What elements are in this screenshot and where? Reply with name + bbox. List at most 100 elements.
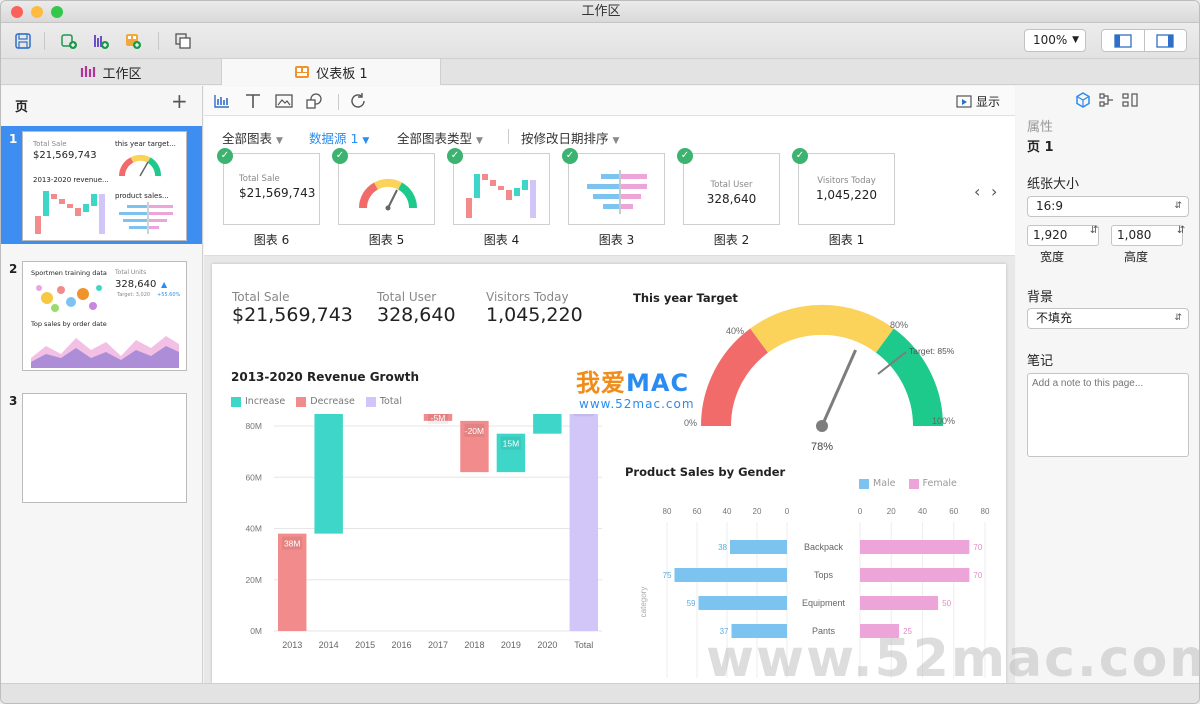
zoom-select[interactable]: 100% ▼ [1024,29,1086,52]
background-value: 不填充 [1036,311,1073,325]
y-axis-label: category [639,587,648,618]
chevron-down-icon: ▼ [276,136,283,146]
save-icon[interactable] [13,31,33,51]
gallery-card[interactable]: ✓ Total User 328,640 [677,148,780,225]
add-chart-icon[interactable] [91,31,111,51]
dashboard-canvas[interactable]: Total Sale $21,569,743 Total User 328,64… [212,264,1006,683]
x-tick-label: 2018 [464,640,484,650]
card-kpi-label: Total Sale [239,174,280,184]
selected-page-label: 页 1 [1027,140,1054,155]
female-bar [860,540,970,554]
filter-chart-types[interactable]: 全部图表类型 ▼ [397,128,483,147]
x-tick-label: 2019 [501,640,521,650]
gauge-title: This year Target [633,291,738,305]
legend-label: Decrease [310,396,355,407]
notes-textarea[interactable] [1027,373,1189,457]
background-select[interactable]: 不填充 ⇵ [1027,308,1189,329]
insert-text-icon[interactable] [244,93,262,109]
structure-icon[interactable] [1099,92,1115,108]
insert-image-icon[interactable] [275,93,293,109]
gallery-card[interactable]: ✓ [562,148,665,225]
filter-all-charts[interactable]: 全部图表 ▼ [222,128,283,147]
male-bar [730,540,787,554]
gallery-card[interactable]: ✓ Total Sale $21,569,743 [217,148,320,225]
background-label: 背景 [1027,290,1054,305]
data-label: -20M [465,426,484,436]
paper-size-select[interactable]: 16:9 ⇵ [1027,196,1189,217]
duplicate-icon[interactable] [173,31,193,51]
filter-label: 全部图表类型 [397,131,473,146]
document-tabs: 工作区 仪表板 1 [1,59,1199,85]
x-tick-label: 60 [949,507,958,516]
gauge-yellow-segment [750,304,894,353]
chevron-right-icon[interactable]: › [991,182,997,201]
inspector-panel: 属性 页 1 纸张大小 16:9 ⇵ 1,920 ⇵ 1,080 ⇵ 宽度 高度 … [1016,86,1199,683]
gallery-card[interactable]: ✓ [447,148,550,225]
toggle-right-panel-button[interactable] [1145,30,1187,51]
x-tick-label: 80 [663,507,672,516]
insert-toolbar: 显示 [204,86,1015,116]
width-stepper-icon[interactable]: ⇵ [1090,225,1098,236]
toggle-left-panel-button[interactable] [1102,30,1145,51]
filter-datasource[interactable]: 数据源 1 ▼ [309,128,369,147]
gauge-value: 78% [811,441,833,453]
card-waterfall [466,174,536,218]
page-thumbnail-1[interactable]: 1 Total Sale $21,569,743 this year targe… [1,126,202,244]
properties-cube-icon[interactable] [1075,92,1091,108]
filter-label: 全部图表 [222,131,273,146]
add-page-button[interactable]: + [171,89,188,113]
gauge-needle [820,349,857,427]
sort-select[interactable]: 按修改日期排序 ▼ [521,128,619,147]
insert-shape-icon[interactable] [305,92,323,110]
gauge-tick: 100% [932,416,955,426]
tab-workspace[interactable]: 工作区 [1,59,221,85]
gallery-card-label: 图表 4 [483,233,520,247]
width-value: 1,920 [1033,228,1068,242]
legend-swatch [231,396,241,407]
chevron-left-icon[interactable]: ‹ [974,182,980,201]
y-tick-label: 60M [245,472,262,482]
height-field[interactable]: 1,080 [1111,225,1183,246]
zoom-window-button[interactable] [51,6,63,18]
gallery-card[interactable]: ✓ Visitors Today 1,045,220 [792,148,895,225]
x-tick-label: 2017 [428,640,448,650]
gallery-card[interactable]: ✓ [332,148,435,225]
dashboard-icon [295,66,310,78]
refresh-icon[interactable] [349,92,367,110]
kpi-total-user: Total User 328,640 [377,290,456,326]
close-window-button[interactable] [11,6,23,18]
width-field[interactable]: 1,920 [1027,225,1099,246]
updown-icon: ⇵ [1174,201,1182,211]
add-dashboard-icon[interactable] [123,31,143,51]
thumb-gauge [119,154,161,177]
notes-label: 笔记 [1027,354,1054,369]
tab-dashboard[interactable]: 仪表板 1 [221,59,441,85]
legend-label: Increase [245,396,286,407]
watermark-brand: 我爱MAC [576,363,689,398]
thumb-waterfall [35,191,105,234]
category-label: Backpack [804,542,844,552]
female-bar [860,568,970,582]
legend-swatch [859,478,869,489]
check-icon: ✓ [217,148,233,164]
x-tick-label: 40 [918,507,927,516]
gauge-target-label: Target: 85% [909,346,955,356]
height-stepper-icon[interactable]: ⇵ [1177,225,1185,236]
page-thumbnail-3[interactable]: 3 [1,388,202,506]
add-datasource-icon[interactable] [59,31,79,51]
show-button[interactable]: 显示 [956,93,1000,110]
page-thumbnail-2[interactable]: 2 Sportmen training data Total Units 328… [1,256,202,374]
check-icon: ✓ [677,148,693,164]
page-number: 3 [9,394,18,408]
zoom-value: 100% [1033,33,1068,47]
tab-dashboard-label: 仪表板 1 [316,66,368,82]
insert-chart-icon[interactable] [213,93,231,109]
x-tick-label: 20 [753,507,762,516]
layout-icon[interactable] [1122,92,1138,108]
thumb-bubbles [36,285,102,312]
data-label: -5M [431,414,446,423]
thumb-label: Sportmen training data [31,269,107,277]
watermark-brand-text: 我爱 [576,369,626,397]
minimize-window-button[interactable] [31,6,43,18]
chevron-down-icon: ▼ [362,136,370,146]
